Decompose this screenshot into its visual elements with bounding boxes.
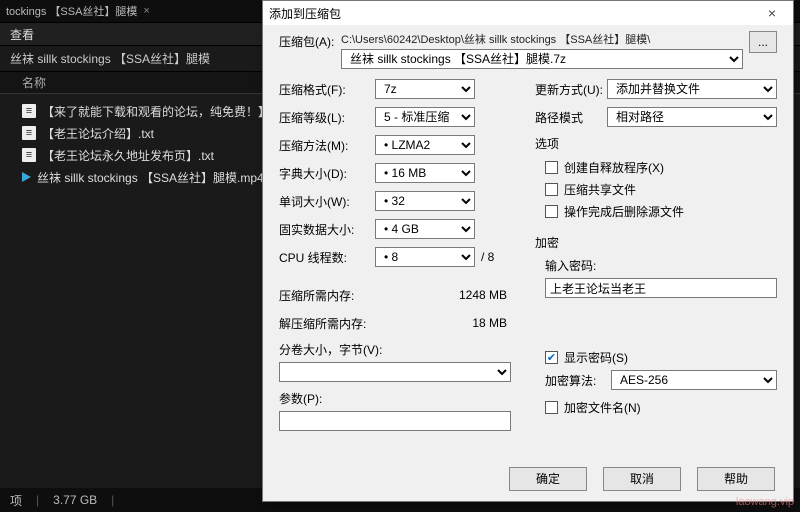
word-select[interactable]: • 32 — [375, 191, 475, 211]
split-select[interactable] — [279, 362, 511, 382]
opt-delete-checkbox[interactable]: 操作完成后删除源文件 — [545, 202, 777, 220]
menu-view[interactable]: 查看 — [10, 26, 34, 43]
divider: | — [36, 493, 39, 507]
cancel-button[interactable]: 取消 — [603, 467, 681, 491]
col-name-header[interactable]: 名称 — [22, 74, 46, 91]
dict-label: 字典大小(D): — [279, 165, 375, 182]
browse-button[interactable]: ... — [749, 31, 777, 53]
params-input[interactable] — [279, 411, 511, 431]
close-icon[interactable]: × — [757, 5, 787, 21]
password-label: 输入密码: — [545, 257, 777, 274]
status-items: 项 — [10, 492, 22, 509]
ok-button[interactable]: 确定 — [509, 467, 587, 491]
memdecomp-label: 解压缩所需内存: — [279, 315, 375, 332]
password-input[interactable] — [545, 278, 777, 298]
threads-label: CPU 线程数: — [279, 249, 375, 266]
method-select[interactable]: • LZMA2 — [375, 135, 475, 155]
divider: | — [111, 493, 114, 507]
update-select[interactable]: 添加并替换文件 — [607, 79, 777, 99]
file-name: 丝袜 sillk stockings 【SSA丝社】腿模.mp4 — [37, 169, 264, 186]
close-icon[interactable]: × — [143, 5, 149, 17]
format-select[interactable]: 7z — [375, 79, 475, 99]
file-name: 【老王论坛永久地址发布页】.txt — [42, 147, 214, 164]
memcomp-label: 压缩所需内存: — [279, 287, 375, 304]
encrypt-names-checkbox[interactable]: 加密文件名(N) — [545, 398, 777, 416]
breadcrumb[interactable]: 丝袜 sillk stockings 【SSA丝社】腿模 — [10, 50, 210, 67]
solid-label: 固实数据大小: — [279, 221, 375, 238]
options-title: 选项 — [535, 135, 777, 152]
play-icon — [22, 172, 31, 182]
archive-path: C:\Users\60242\Desktop\丝袜 sillk stocking… — [341, 31, 743, 47]
opt-sfx-checkbox[interactable]: 创建自释放程序(X) — [545, 158, 777, 176]
algo-label: 加密算法: — [545, 372, 611, 389]
word-label: 单词大小(W): — [279, 193, 375, 210]
help-button[interactable]: 帮助 — [697, 467, 775, 491]
level-label: 压缩等级(L): — [279, 109, 375, 126]
threads-select[interactable]: • 8 — [375, 247, 475, 267]
status-size: 3.77 GB — [53, 493, 97, 507]
show-password-checkbox[interactable]: ✔显示密码(S) — [545, 348, 777, 366]
encrypt-title: 加密 — [535, 234, 777, 251]
dict-select[interactable]: • 16 MB — [375, 163, 475, 183]
dialog-title: 添加到压缩包 — [269, 5, 757, 22]
split-label: 分卷大小，字节(V): — [279, 341, 511, 358]
window-title: tockings 【SSA丝社】腿模 — [6, 3, 137, 19]
threads-max: / 8 — [481, 250, 494, 264]
pathmode-label: 路径模式 — [535, 109, 607, 126]
solid-select[interactable]: • 4 GB — [375, 219, 475, 239]
method-label: 压缩方法(M): — [279, 137, 375, 154]
algo-select[interactable]: AES-256 — [611, 370, 777, 390]
format-label: 压缩格式(F): — [279, 81, 375, 98]
file-name: 【老王论坛介绍】.txt — [42, 125, 154, 142]
watermark: laowang.vip — [736, 496, 794, 508]
level-select[interactable]: 5 - 标准压缩 — [375, 107, 475, 127]
file-name: 【来了就能下载和观看的论坛，纯免费！】.txt — [42, 103, 286, 120]
opt-share-checkbox[interactable]: 压缩共享文件 — [545, 180, 777, 198]
memcomp-value: 1248 MB — [375, 288, 511, 302]
memdecomp-value: 18 MB — [375, 316, 511, 330]
update-label: 更新方式(U): — [535, 81, 607, 98]
document-icon: ≡ — [22, 126, 36, 140]
params-label: 参数(P): — [279, 390, 511, 407]
archive-name-select[interactable]: 丝袜 sillk stockings 【SSA丝社】腿模.7z — [341, 49, 743, 69]
document-icon: ≡ — [22, 104, 36, 118]
archive-label: 压缩包(A): — [279, 31, 335, 50]
document-icon: ≡ — [22, 148, 36, 162]
pathmode-select[interactable]: 相对路径 — [607, 107, 777, 127]
